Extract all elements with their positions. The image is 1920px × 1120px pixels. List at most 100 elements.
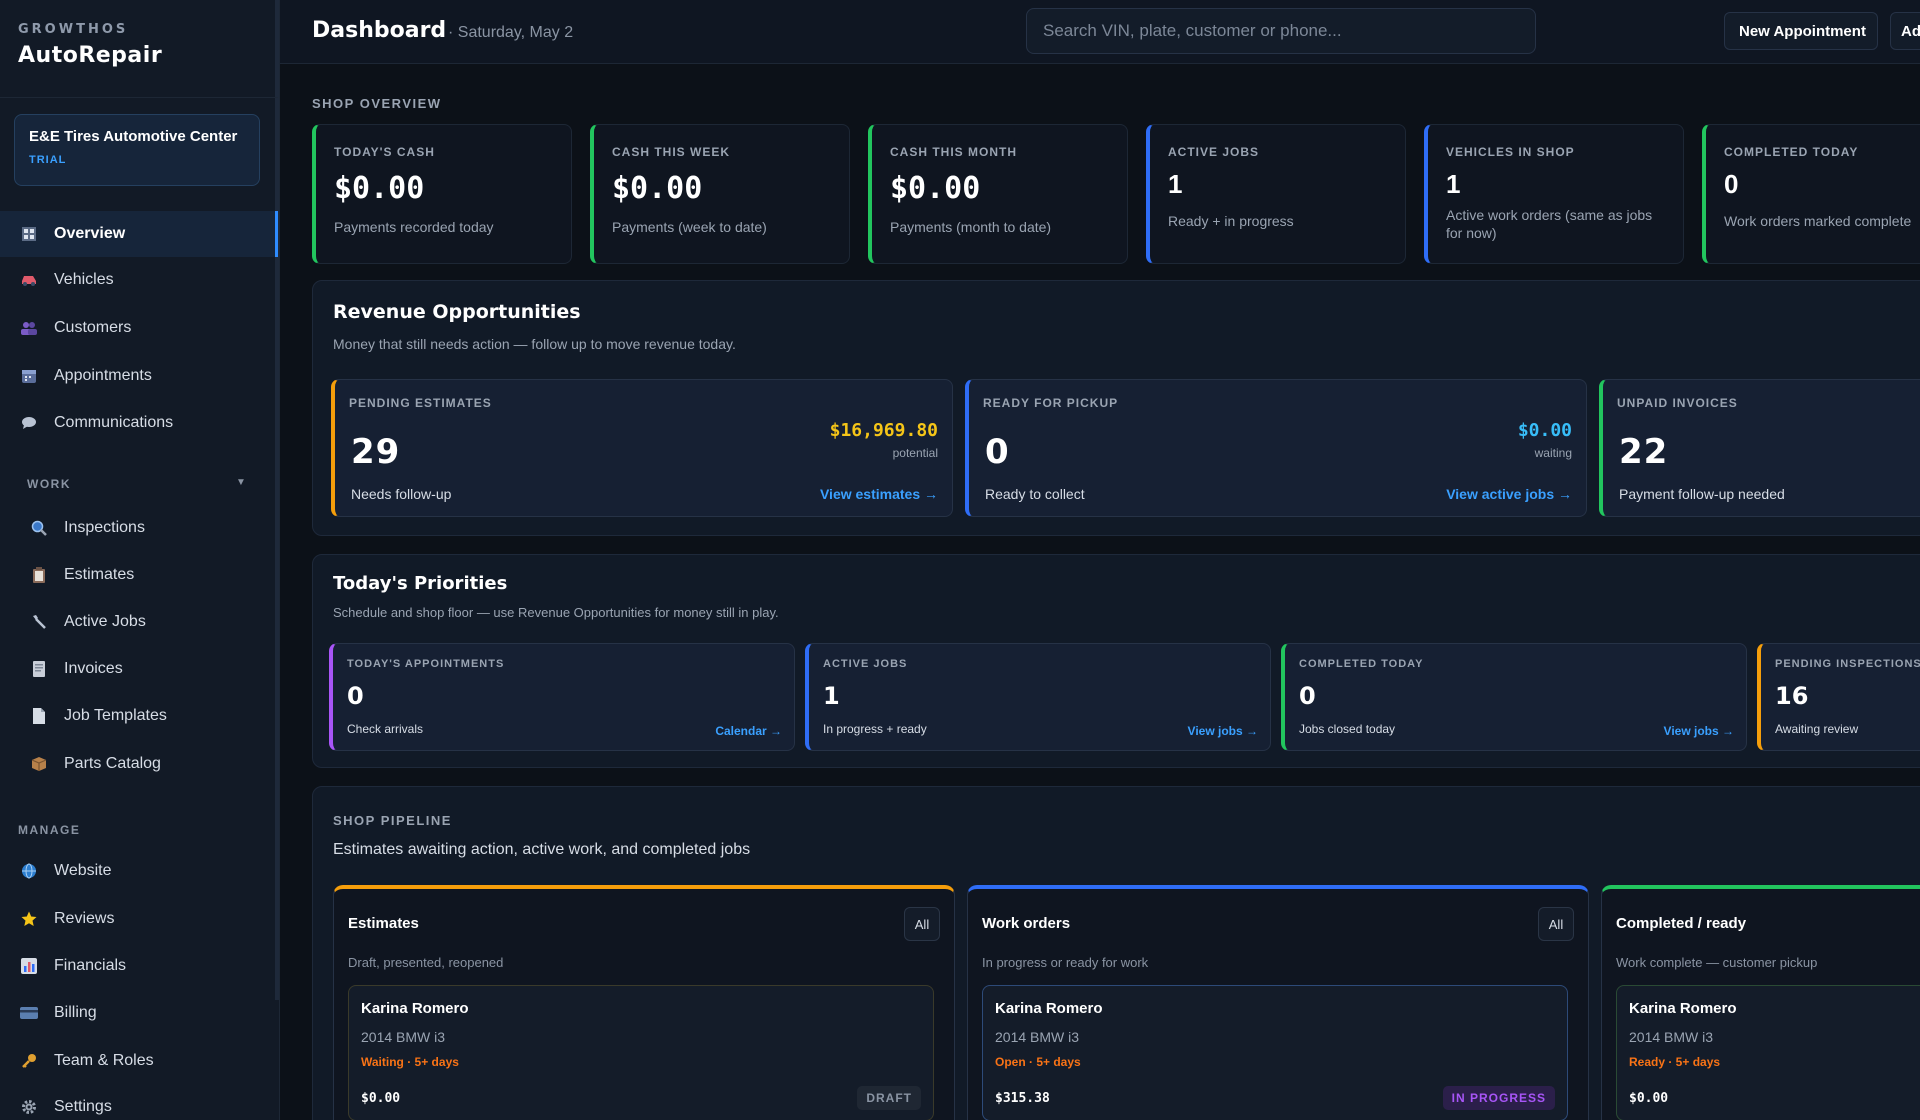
sidebar-item-website[interactable]: Website	[0, 848, 278, 894]
sidebar-item-financials[interactable]: Financials	[0, 943, 278, 989]
stat-label: ACTIVE JOBS	[1168, 145, 1260, 159]
view-active-jobs-link[interactable]: View active jobs →	[1446, 486, 1572, 502]
stat-sub: Payments (month to date)	[890, 219, 1052, 235]
sidebar-item-label: Invoices	[64, 660, 123, 677]
column-title: Work orders	[982, 915, 1071, 932]
priority-label: TODAY'S APPOINTMENTS	[347, 658, 505, 670]
view-estimates-link[interactable]: View estimates →	[820, 486, 938, 502]
sidebar-item-team-roles[interactable]: Team & Roles	[0, 1038, 278, 1084]
sidebar-item-invoices[interactable]: Invoices	[0, 646, 278, 692]
opp-sub: Needs follow-up	[351, 486, 452, 502]
view-jobs-link[interactable]: View jobs →	[1188, 724, 1258, 738]
sidebar-item-label: Communications	[54, 414, 174, 431]
clipboard-icon	[30, 566, 48, 584]
panel-title: Revenue Opportunities	[333, 301, 581, 323]
priority-sub: Jobs closed today	[1299, 722, 1396, 736]
opp-sub: Ready to collect	[985, 486, 1085, 502]
stat-label: VEHICLES IN SHOP	[1446, 145, 1575, 159]
calendar-link[interactable]: Calendar →	[715, 724, 782, 738]
stat-label: TODAY'S CASH	[334, 145, 435, 159]
search-input[interactable]	[1026, 8, 1536, 54]
view-all-button[interactable]: All	[904, 907, 940, 941]
sidebar-item-active-jobs[interactable]: Active Jobs	[0, 599, 278, 645]
sidebar-item-label: Financials	[54, 957, 127, 974]
opp-amount-caption: potential	[892, 446, 938, 460]
sidebar-item-inspections[interactable]: Inspections	[0, 505, 278, 551]
priority-sub: In progress + ready	[823, 722, 927, 736]
sidebar: GROWTHOS AutoRepair E&E Tires Automotive…	[0, 0, 280, 1120]
plan-badge: TRIAL	[29, 154, 67, 166]
stat-card-todays-cash[interactable]: TODAY'S CASH $0.00 Payments recorded tod…	[312, 124, 572, 264]
priority-count: 1	[823, 682, 840, 710]
sidebar-item-parts-catalog[interactable]: Parts Catalog	[0, 741, 278, 787]
opp-label: PENDING ESTIMATES	[349, 396, 492, 410]
invoice-icon	[30, 660, 48, 678]
shop-switcher[interactable]: E&E Tires Automotive Center TRIAL	[14, 114, 260, 186]
status-badge: DRAFT	[857, 1086, 921, 1110]
shop-name: E&E Tires Automotive Center	[29, 128, 238, 145]
panel-title: Today's Priorities	[333, 573, 508, 594]
sidebar-item-label: Settings	[54, 1098, 112, 1115]
stat-sub: Payments recorded today	[334, 219, 494, 235]
panel-subtitle: Money that still needs action — follow u…	[333, 336, 736, 352]
sidebar-item-customers[interactable]: Customers	[0, 305, 278, 351]
sidebar-item-estimates[interactable]: Estimates	[0, 552, 278, 598]
stat-card-cash-week[interactable]: CASH THIS WEEK $0.00 Payments (week to d…	[590, 124, 850, 264]
sidebar-item-job-templates[interactable]: Job Templates	[0, 693, 278, 739]
job-card[interactable]: Karina Romero 2014 BMW i3 Open · 5+ days…	[982, 985, 1568, 1120]
sidebar-item-label: Estimates	[64, 566, 135, 583]
brand-logo: GROWTHOS AutoRepair	[18, 22, 162, 68]
sidebar-divider	[0, 97, 278, 98]
sidebar-item-label: Parts Catalog	[64, 755, 161, 772]
opp-sub: Payment follow-up needed	[1619, 486, 1785, 502]
stat-value: 1	[1168, 169, 1183, 199]
customer-name: Karina Romero	[995, 1000, 1103, 1017]
chat-icon	[20, 414, 38, 432]
sidebar-item-settings[interactable]: Settings	[0, 1084, 278, 1120]
add-button[interactable]: Ad	[1890, 12, 1920, 50]
view-jobs-link[interactable]: View jobs →	[1664, 724, 1734, 738]
opp-card-unpaid-invoices[interactable]: UNPAID INVOICES 22 Payment follow-up nee…	[1599, 379, 1920, 517]
opp-card-pending-estimates[interactable]: PENDING ESTIMATES 29 $16,969.80 potentia…	[331, 379, 953, 517]
opp-amount: $0.00	[1517, 420, 1572, 441]
sidebar-item-vehicles[interactable]: Vehicles	[0, 257, 278, 303]
sidebar-item-label: Overview	[54, 225, 126, 242]
nav-section-manage: MANAGE	[18, 823, 81, 837]
sidebar-item-label: Website	[54, 862, 112, 879]
vehicle: 2014 BMW i3	[1629, 1029, 1714, 1045]
priority-card-pending-inspections[interactable]: PENDING INSPECTIONS 16 Awaiting review	[1757, 643, 1920, 751]
sidebar-item-appointments[interactable]: Appointments	[0, 353, 278, 399]
status-badge: IN PROGRESS	[1442, 1086, 1555, 1110]
sidebar-item-overview[interactable]: Overview	[0, 211, 278, 257]
column-title: Estimates	[348, 915, 419, 932]
people-icon	[20, 319, 38, 337]
collapse-caret-icon[interactable]: ▼	[236, 477, 246, 488]
sidebar-item-communications[interactable]: Communications	[0, 400, 278, 446]
new-appointment-button[interactable]: New Appointment	[1724, 12, 1878, 50]
sidebar-item-billing[interactable]: Billing	[0, 990, 278, 1036]
package-icon	[30, 755, 48, 773]
job-amount: $315.38	[995, 1091, 1050, 1106]
opp-count: 22	[1619, 432, 1669, 472]
stat-card-active-jobs[interactable]: ACTIVE JOBS 1 Ready + in progress	[1146, 124, 1406, 264]
stat-card-vehicles-in-shop[interactable]: VEHICLES IN SHOP 1 Active work orders (s…	[1424, 124, 1684, 264]
priority-card-active-jobs[interactable]: ACTIVE JOBS 1 In progress + ready View j…	[805, 643, 1271, 751]
stat-card-cash-month[interactable]: CASH THIS MONTH $0.00 Payments (month to…	[868, 124, 1128, 264]
priority-card-completed-today[interactable]: COMPLETED TODAY 0 Jobs closed today View…	[1281, 643, 1747, 751]
revenue-opportunities-panel: Revenue Opportunities Money that still n…	[312, 280, 1920, 536]
priority-label: COMPLETED TODAY	[1299, 658, 1424, 670]
stat-label: COMPLETED TODAY	[1724, 145, 1859, 159]
job-card[interactable]: Karina Romero 2014 BMW i3 Waiting · 5+ d…	[348, 985, 934, 1120]
view-all-button[interactable]: All	[1538, 907, 1574, 941]
sidebar-item-label: Job Templates	[64, 707, 167, 724]
opp-card-ready-for-pickup[interactable]: READY FOR PICKUP 0 $0.00 waiting Ready t…	[965, 379, 1587, 517]
stat-card-completed-today[interactable]: COMPLETED TODAY 0 Work orders marked com…	[1702, 124, 1920, 264]
priority-sub: Check arrivals	[347, 722, 424, 736]
priority-card-appointments[interactable]: TODAY'S APPOINTMENTS 0 Check arrivals Ca…	[329, 643, 795, 751]
job-card[interactable]: Karina Romero 2014 BMW i3 Ready · 5+ day…	[1616, 985, 1920, 1120]
sidebar-item-reviews[interactable]: Reviews	[0, 896, 278, 942]
globe-icon	[20, 862, 38, 880]
column-subtitle: In progress or ready for work	[982, 955, 1149, 970]
gear-icon	[20, 1098, 38, 1116]
opp-count: 29	[351, 432, 401, 472]
